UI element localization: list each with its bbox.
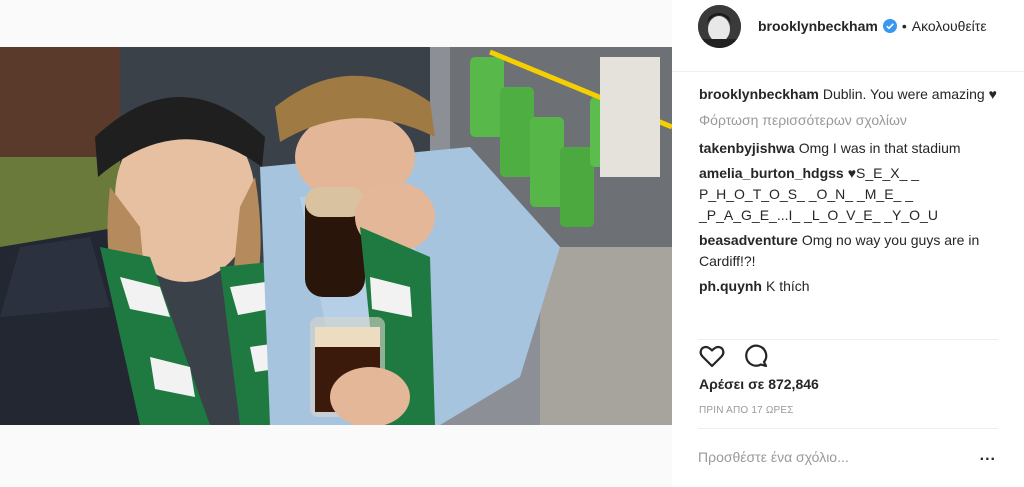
comment-username[interactable]: beasadventure	[699, 232, 798, 248]
avatar[interactable]	[698, 5, 741, 48]
load-more-comments-link[interactable]: Φόρτωση περισσότερων σχολίων	[699, 110, 999, 131]
comment-text: Omg I was in that stadium	[798, 140, 961, 156]
heart-icon[interactable]	[698, 342, 726, 370]
comment-item: ph.quynh K thích	[699, 276, 999, 297]
post-timestamp: ΠΡΙΝ ΑΠΟ 17 ΩΡΕΣ	[699, 405, 794, 416]
photo-pane	[0, 0, 672, 487]
comment-item: amelia_burton_hdgss ♥S_E_X_ _ P_H_O_T_O_S…	[699, 163, 999, 226]
post-header: brooklynbeckham • Ακολουθείτε	[672, 0, 1024, 72]
post-photo[interactable]	[0, 47, 672, 425]
caption-username[interactable]: brooklynbeckham	[699, 86, 819, 102]
header-username[interactable]: brooklynbeckham	[758, 18, 878, 34]
caption-text: Dublin. You were amazing ♥	[822, 86, 997, 102]
following-status-button[interactable]: Ακολουθείτε	[912, 18, 987, 34]
comment-item: beasadventure Omg no way you guys are in …	[699, 230, 999, 272]
instagram-post-page: brooklynbeckham • Ακολουθείτε brooklynbe…	[0, 0, 1024, 487]
header-separator: •	[901, 18, 907, 34]
comment-username[interactable]: takenbyjishwa	[699, 140, 795, 156]
comment-text: K thích	[766, 278, 810, 294]
comment-username[interactable]: amelia_burton_hdgss	[699, 165, 844, 181]
post-details-pane: brooklynbeckham • Ακολουθείτε brooklynbe…	[672, 0, 1024, 487]
caption: brooklynbeckham Dublin. You were amazing …	[699, 84, 999, 105]
add-comment-input[interactable]	[698, 449, 958, 465]
post-actions-bar	[698, 339, 998, 372]
more-options-button[interactable]: ...	[980, 447, 996, 465]
add-comment-section: ...	[698, 428, 998, 487]
comment-item: takenbyjishwa Omg I was in that stadium	[699, 138, 999, 159]
header-user-info: brooklynbeckham • Ακολουθείτε	[758, 18, 987, 34]
comments-list: brooklynbeckham Dublin. You were amazing …	[699, 84, 999, 301]
likes-count[interactable]: Αρέσει σε 872,846	[699, 376, 819, 392]
comment-bubble-icon[interactable]	[742, 342, 770, 370]
comment-username[interactable]: ph.quynh	[699, 278, 762, 294]
verified-badge-icon	[882, 19, 897, 33]
